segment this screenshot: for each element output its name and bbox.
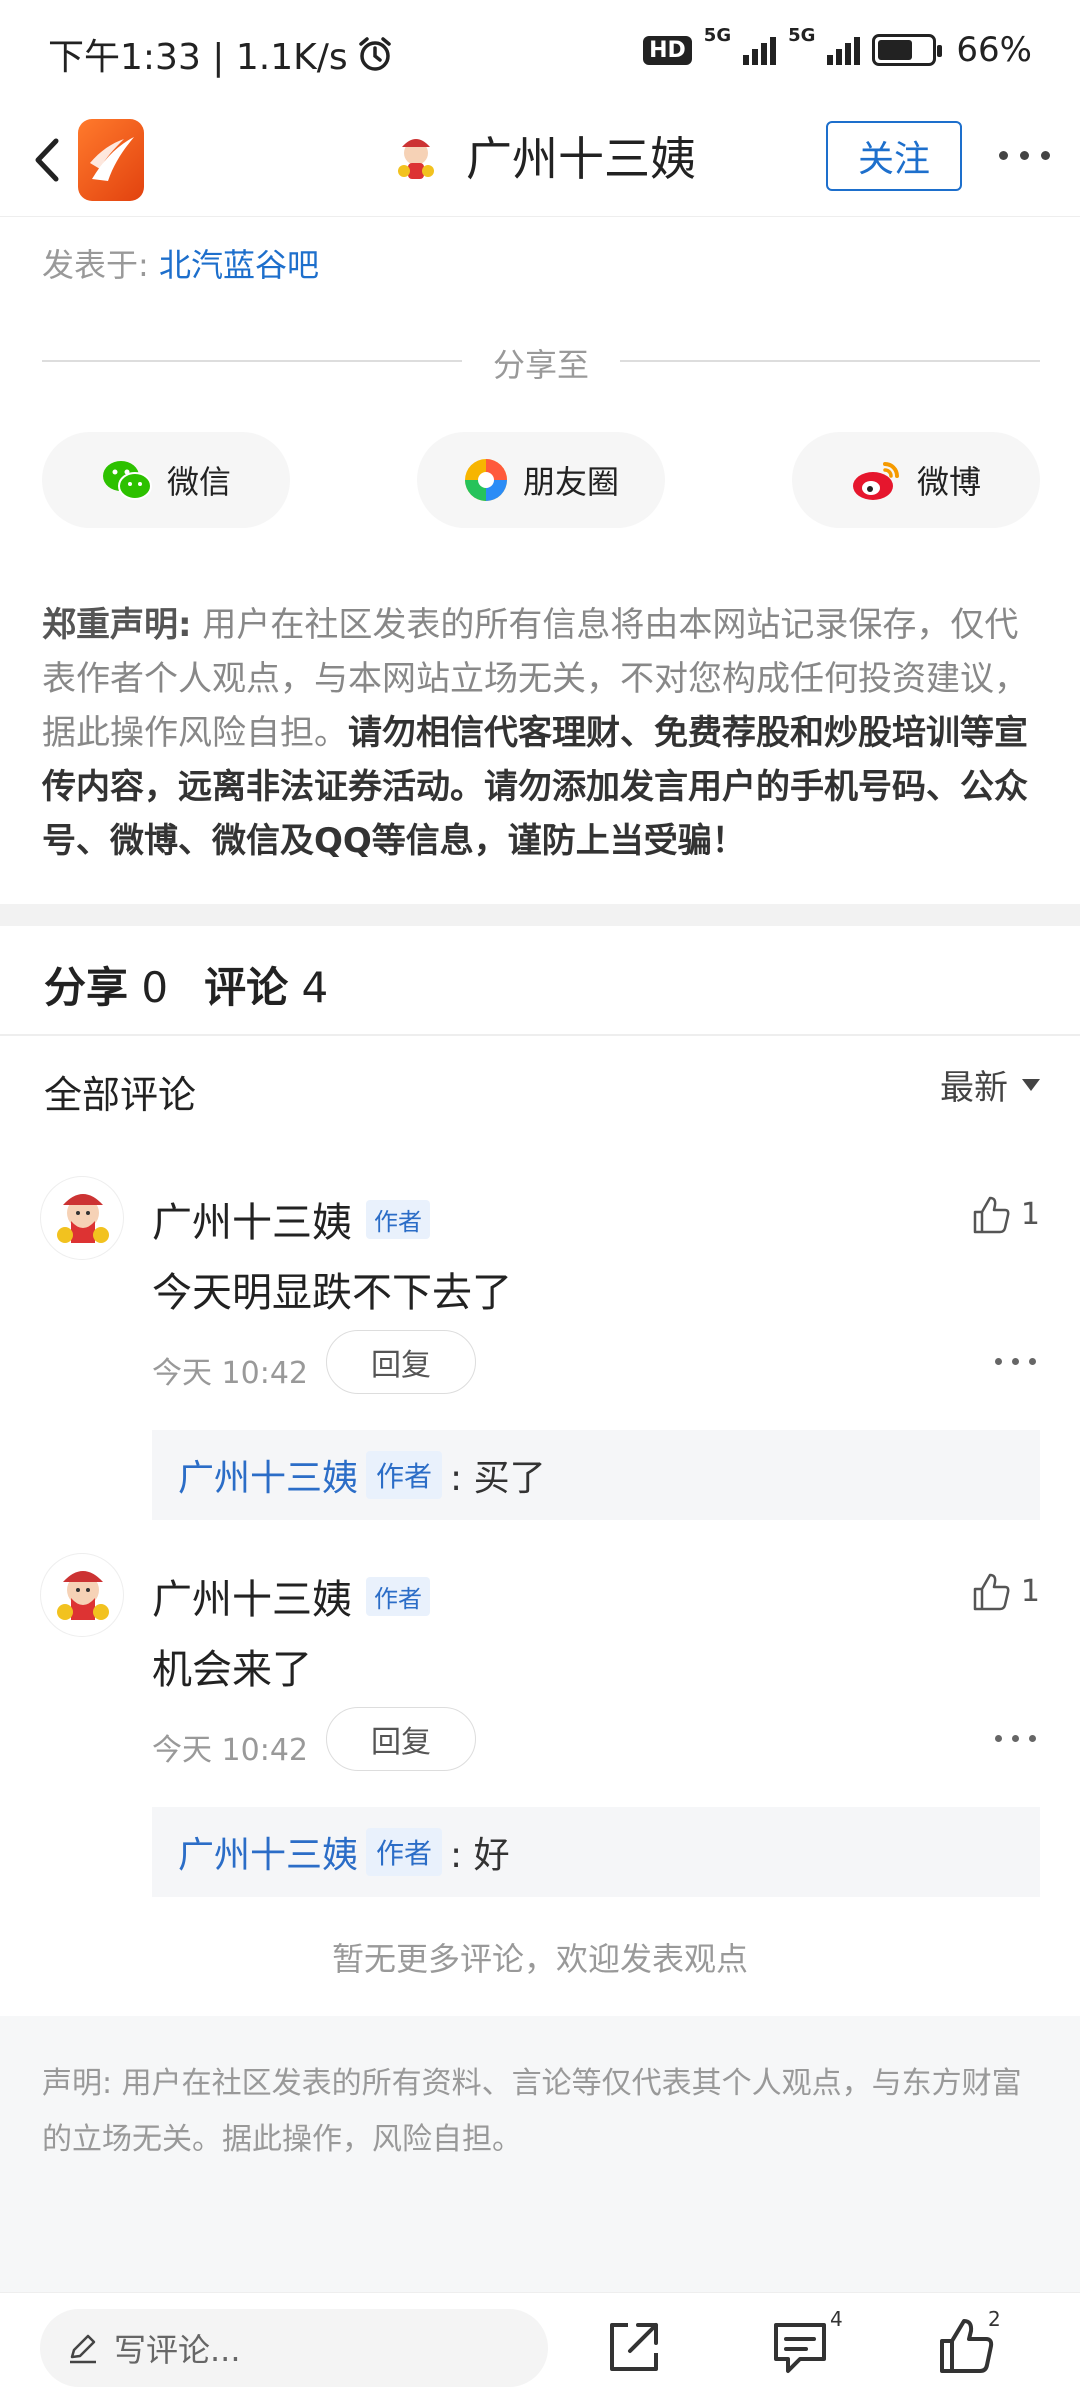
comment-count-tab[interactable]: 评论 4 — [204, 954, 328, 1015]
follow-button[interactable]: 关注 — [826, 121, 962, 191]
disclaimer-text: 郑重声明: 用户在社区发表的所有信息将由本网站记录保存，仅代表作者个人观点，与本… — [42, 598, 1042, 868]
comment-body: 机会来了 — [152, 1647, 312, 1693]
sort-dropdown[interactable]: 最新 — [940, 1060, 1040, 1109]
comment-body: 今天明显跌不下去了 — [152, 1270, 512, 1316]
status-bar: 下午1:33 | 1.1K/s HD 5G 5G 66% — [0, 0, 1080, 105]
footer-disclaimer-text: 声明: 用户在社区发表的所有资料、言论等仅代表其个人观点，与东方财富的立场无关。… — [42, 2066, 1022, 2157]
sort-label: 最新 — [940, 1068, 1008, 1108]
reply-text: : 好 — [450, 1835, 510, 1876]
share-wechat-label: 微信 — [166, 463, 231, 501]
reply-author-name[interactable]: 广州十三姨 — [178, 1449, 358, 1501]
no-more-comments: 暂无更多评论，欢迎发表观点 — [331, 1940, 748, 1978]
app-logo[interactable] — [78, 119, 144, 201]
comment-like-button[interactable]: 1 — [969, 1569, 1040, 1613]
comment-like-button[interactable]: 1 — [969, 1192, 1040, 1236]
share-divider: 分享至 — [42, 336, 1040, 384]
like-count: 1 — [1020, 1573, 1040, 1609]
battery-percent: 66% — [956, 30, 1032, 70]
back-arrow-icon[interactable] — [22, 127, 70, 193]
pencil-icon — [70, 2334, 96, 2364]
share-count-label: 分享 — [44, 963, 129, 1012]
commenter-avatar[interactable] — [40, 1176, 124, 1260]
more-menu-icon[interactable] — [999, 151, 1050, 160]
commenter-avatar[interactable] — [40, 1553, 124, 1637]
reply-author-name[interactable]: 广州十三姨 — [178, 1826, 358, 1878]
bottom-action-bar: 写评论... 4 2 — [0, 2292, 1080, 2400]
write-comment-input[interactable]: 写评论... — [40, 2309, 548, 2387]
like-count: 1 — [1020, 1196, 1040, 1232]
published-prefix: 发表于: — [42, 246, 159, 284]
stats-row: 分享 0 评论 4 — [44, 954, 328, 1015]
share-moments-button[interactable]: 朋友圈 — [417, 432, 665, 528]
thumbs-up-icon — [973, 1573, 1010, 1611]
comment-time: 今天 10:42 — [152, 1733, 308, 1768]
reply-button[interactable]: 回复 — [326, 1707, 476, 1771]
commenter-name-row: 广州十三姨 作者 — [152, 1190, 430, 1248]
reply-text: : 买了 — [450, 1458, 546, 1499]
avatar-icon — [57, 1194, 109, 1243]
weibo-icon — [852, 462, 899, 500]
share-weibo-button[interactable]: 微博 — [792, 432, 1040, 528]
reply-preview[interactable]: 广州十三姨 作者 : 好 — [152, 1807, 1040, 1897]
reply-author-tag: 作者 — [366, 1828, 443, 1876]
status-time-text: 下午1:33 | 1.1K/s — [48, 37, 348, 78]
all-comments-title: 全部评论 — [44, 1073, 197, 1117]
share-count-tab[interactable]: 分享 0 — [44, 954, 168, 1015]
comment-more-icon[interactable] — [995, 1358, 1036, 1365]
app-logo-mark-icon — [90, 137, 134, 181]
forum-link[interactable]: 北汽蓝谷吧 — [159, 246, 319, 284]
share-buttons: 微信 朋友圈 微博 — [42, 432, 1040, 528]
author-tag: 作者 — [366, 1576, 430, 1616]
avatar-icon — [57, 1571, 109, 1620]
comment-item: 广州十三姨 作者 1 机会来了 今天 10:42 回复 广州十三姨 作者 : 好 — [0, 1553, 1080, 1897]
status-time: 下午1:33 | 1.1K/s — [48, 28, 394, 80]
author-avatar-icon — [398, 139, 434, 179]
share-wechat-button[interactable]: 微信 — [42, 432, 290, 528]
hd-icon: HD — [643, 35, 692, 65]
write-comment-placeholder: 写评论... — [114, 2331, 241, 2369]
comment-item: 广州十三姨 作者 1 今天明显跌不下去了 今天 10:42 回复 广州十三姨 作… — [0, 1176, 1080, 1520]
share-count: 0 — [141, 963, 169, 1012]
share-to-label: 分享至 — [492, 346, 589, 384]
signal-icon-2 — [827, 35, 861, 65]
stats-divider — [0, 1034, 1080, 1036]
commenter-name[interactable]: 广州十三姨 — [152, 1567, 352, 1625]
signal-icon — [743, 35, 777, 65]
battery-fill — [878, 40, 913, 60]
share-moments-label: 朋友圈 — [522, 463, 619, 501]
comment-count-label: 评论 — [204, 963, 289, 1012]
share-icon[interactable] — [600, 2313, 668, 2381]
section-separator — [0, 904, 1080, 926]
comment-count-badge: 4 — [830, 2307, 843, 2331]
disclaimer-title: 郑重声明: — [42, 605, 192, 645]
share-weibo-label: 微博 — [916, 463, 981, 501]
commenter-name-row: 广州十三姨 作者 — [152, 1567, 430, 1625]
top-header: 广州十三姨 关注 — [0, 105, 1080, 217]
caret-down-icon — [1022, 1078, 1040, 1091]
footer-disclaimer: 声明: 用户在社区发表的所有资料、言论等仅代表其个人观点，与东方财富的立场无关。… — [0, 2016, 1080, 2292]
author-tag: 作者 — [366, 1199, 430, 1239]
reply-preview[interactable]: 广州十三姨 作者 : 买了 — [152, 1430, 1040, 1520]
comment-time: 今天 10:42 — [152, 1356, 308, 1391]
network-type-2: 5G — [788, 25, 816, 46]
status-icons: HD 5G 5G 66% — [643, 25, 1032, 70]
commenter-name[interactable]: 广州十三姨 — [152, 1190, 352, 1248]
wechat-icon — [102, 461, 152, 500]
moments-icon — [464, 459, 507, 501]
battery-icon — [872, 34, 943, 66]
page-title: 广州十三姨 — [466, 132, 696, 186]
comment-more-icon[interactable] — [995, 1735, 1036, 1742]
network-type-1: 5G — [703, 25, 732, 46]
reply-author-tag: 作者 — [366, 1451, 443, 1499]
alarm-icon — [358, 37, 391, 71]
thumbs-up-icon — [973, 1196, 1010, 1234]
published-in: 发表于: 北汽蓝谷吧 — [42, 240, 319, 286]
comment-icon[interactable] — [766, 2313, 834, 2381]
comment-count: 4 — [301, 963, 329, 1012]
like-count-badge: 2 — [988, 2307, 1001, 2331]
reply-button[interactable]: 回复 — [326, 1330, 476, 1394]
